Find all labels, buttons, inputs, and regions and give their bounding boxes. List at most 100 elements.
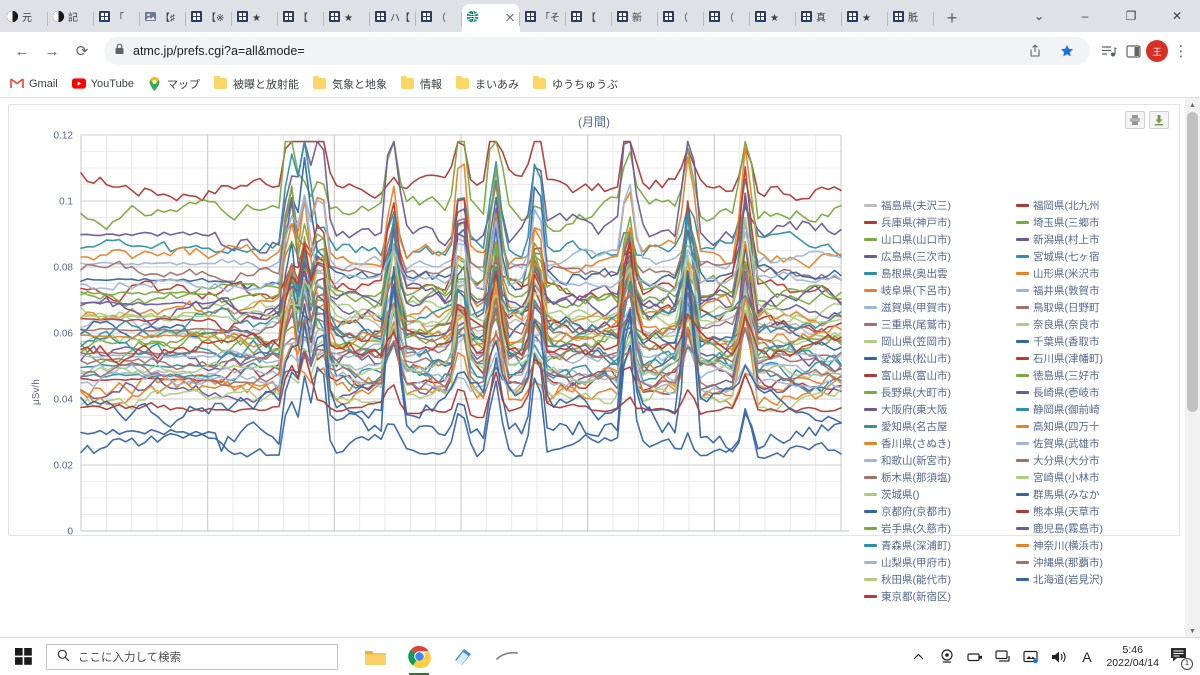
browser-tab[interactable]: 記	[48, 4, 94, 32]
bookmark-item[interactable]: 情報	[401, 76, 442, 92]
legend-item[interactable]: 香川県(さぬき)	[864, 435, 1012, 452]
windows-logo-icon[interactable]	[0, 638, 46, 675]
bookmark-item[interactable]: 被曝と放射能	[214, 76, 299, 92]
chrome-menu-button[interactable]: ⋮	[1170, 40, 1192, 62]
bookmark-item[interactable]: 気象と地象	[313, 76, 387, 92]
legend-item[interactable]: 大阪府(東大阪	[864, 401, 1012, 418]
browser-tab[interactable]: 胝	[888, 4, 934, 32]
legend-item[interactable]: 栃木県(那須塩)	[864, 469, 1012, 486]
legend-item[interactable]: 鹿児島(霧島市)	[1016, 520, 1164, 537]
sticky-notes-icon[interactable]	[450, 644, 476, 670]
share-icon[interactable]	[1024, 40, 1046, 62]
legend-item[interactable]: 高知県(四万十	[1016, 418, 1164, 435]
browser-tab[interactable]: 新	[612, 4, 658, 32]
legend-item[interactable]: 群馬県(みなか	[1016, 486, 1164, 503]
legend-item[interactable]: 千葉県(香取市	[1016, 333, 1164, 350]
legend-item[interactable]: 山形県(米沢市	[1016, 265, 1164, 282]
legend-item[interactable]: 神奈川(横浜市)	[1016, 537, 1164, 554]
ime-indicator[interactable]: A	[1078, 648, 1095, 665]
browser-tab[interactable]: ★	[750, 4, 796, 32]
taskbar-clock[interactable]: 5:46 2022/04/14	[1106, 644, 1159, 670]
minimize-button[interactable]: –	[1062, 0, 1108, 32]
legend-item[interactable]: 秋田県(能代市)	[864, 571, 1012, 588]
legend-item[interactable]: 新潟県(村上市	[1016, 231, 1164, 248]
side-panel-icon[interactable]	[1122, 40, 1144, 62]
scroll-up-arrow[interactable]: ▲	[1185, 98, 1200, 112]
legend-item[interactable]: 宮城県(七ヶ宿	[1016, 248, 1164, 265]
browser-tab[interactable]: 【※	[186, 4, 232, 32]
legend-item[interactable]: 長野県(大町市)	[864, 384, 1012, 401]
legend-item[interactable]: 岐阜県(下呂市)	[864, 282, 1012, 299]
browser-tab[interactable]: 【	[278, 4, 324, 32]
legend-item[interactable]: 山梨県(甲府市)	[864, 554, 1012, 571]
reload-button[interactable]: ⟳	[68, 37, 96, 65]
scroll-down-arrow[interactable]: ▼	[1185, 624, 1200, 638]
legend-item[interactable]: 沖縄県(那覇市)	[1016, 554, 1164, 571]
close-window-button[interactable]: ✕	[1154, 0, 1200, 32]
maximize-button[interactable]: ❐	[1108, 0, 1154, 32]
legend-item[interactable]: 島根県(奥出雲	[864, 265, 1012, 282]
legend-item[interactable]: 福井県(敦賀市	[1016, 282, 1164, 299]
browser-tab[interactable]: （	[658, 4, 704, 32]
legend-item[interactable]: 京都府(京都市)	[864, 503, 1012, 520]
browser-tab[interactable]: 真	[796, 4, 842, 32]
page-scrollbar[interactable]: ▲ ▼	[1185, 98, 1200, 638]
back-button[interactable]: ←	[8, 37, 36, 65]
onedrive-icon[interactable]	[1022, 648, 1039, 665]
legend-item[interactable]: 福岡県(北九州	[1016, 197, 1164, 214]
bookmark-item[interactable]: まいあみ	[456, 76, 519, 92]
usb-device-icon[interactable]	[966, 648, 983, 665]
bookmark-item[interactable]: Gmail	[10, 77, 58, 91]
legend-item[interactable]: 宮崎県(小林市	[1016, 469, 1164, 486]
legend-item[interactable]: 愛媛県(松山市)	[864, 350, 1012, 367]
reading-list-icon[interactable]	[1098, 40, 1120, 62]
browser-tab[interactable]: 「そ	[520, 4, 566, 32]
legend-item[interactable]: 熊本県(天草市	[1016, 503, 1164, 520]
legend-item[interactable]: 広島県(三次市)	[864, 248, 1012, 265]
legend-item[interactable]: 北海道(岩見沢)	[1016, 571, 1164, 588]
legend-item[interactable]: 愛知県(名古屋	[864, 418, 1012, 435]
snipping-tool-icon[interactable]	[494, 644, 520, 670]
browser-tab[interactable]: ★	[842, 4, 888, 32]
legend-item[interactable]: 和歌山(新宮市)	[864, 452, 1012, 469]
browser-tab[interactable]: （	[416, 4, 462, 32]
legend-item[interactable]: 佐賀県(武雄市	[1016, 435, 1164, 452]
taskbar-search-box[interactable]: ここに入力して検索	[46, 643, 338, 670]
google-chrome-icon[interactable]	[406, 644, 432, 675]
legend-item[interactable]: 富山県(富山市)	[864, 367, 1012, 384]
legend-item[interactable]: 山口県(山口市)	[864, 231, 1012, 248]
legend-item[interactable]: 東京都(新宿区)	[864, 588, 1012, 605]
volume-icon[interactable]	[1050, 648, 1067, 665]
legend-item[interactable]: 岡山県(笠岡市)	[864, 333, 1012, 350]
legend-item[interactable]: 埼玉県(三郷市	[1016, 214, 1164, 231]
forward-button[interactable]: →	[38, 37, 66, 65]
legend-item[interactable]: 福島県(夫沢三)	[864, 197, 1012, 214]
star-filled-icon[interactable]	[1056, 40, 1078, 62]
address-bar[interactable]: atmc.jp/prefs.cgi?a=all&mode=	[104, 37, 1090, 65]
notification-center-button[interactable]: 1	[1170, 647, 1193, 670]
tab-search-button[interactable]: ⌄	[1016, 0, 1062, 32]
show-hidden-icons-button[interactable]	[910, 648, 927, 665]
close-icon[interactable]	[504, 12, 516, 24]
legend-item[interactable]: 大分県(大分市	[1016, 452, 1164, 469]
new-tab-button[interactable]: +	[938, 4, 966, 32]
legend-item[interactable]: 滋賀県(甲賀市)	[864, 299, 1012, 316]
browser-tab[interactable]: ハ【	[370, 4, 416, 32]
legend-item[interactable]: 岩手県(久慈市)	[864, 520, 1012, 537]
browser-tab-active[interactable]	[462, 4, 520, 32]
browser-tab[interactable]: （	[704, 4, 750, 32]
legend-item[interactable]: 長崎県(壱岐市	[1016, 384, 1164, 401]
legend-item[interactable]: 青森県(深浦町)	[864, 537, 1012, 554]
scrollbar-thumb[interactable]	[1187, 112, 1198, 412]
webcam-icon[interactable]	[938, 648, 955, 665]
legend-item[interactable]: 石川県(津幡町)	[1016, 350, 1164, 367]
file-explorer-icon[interactable]	[362, 644, 388, 670]
legend-item[interactable]: 徳島県(三好市	[1016, 367, 1164, 384]
browser-tab[interactable]: 元	[2, 4, 48, 32]
legend-item[interactable]: 鳥取県(日野町	[1016, 299, 1164, 316]
legend-item[interactable]: 三重県(尾鷲市)	[864, 316, 1012, 333]
browser-tab[interactable]: ★	[324, 4, 370, 32]
bookmark-item[interactable]: マップ	[148, 76, 200, 92]
legend-item[interactable]: 兵庫県(神戸市)	[864, 214, 1012, 231]
browser-tab[interactable]: 「	[94, 4, 140, 32]
